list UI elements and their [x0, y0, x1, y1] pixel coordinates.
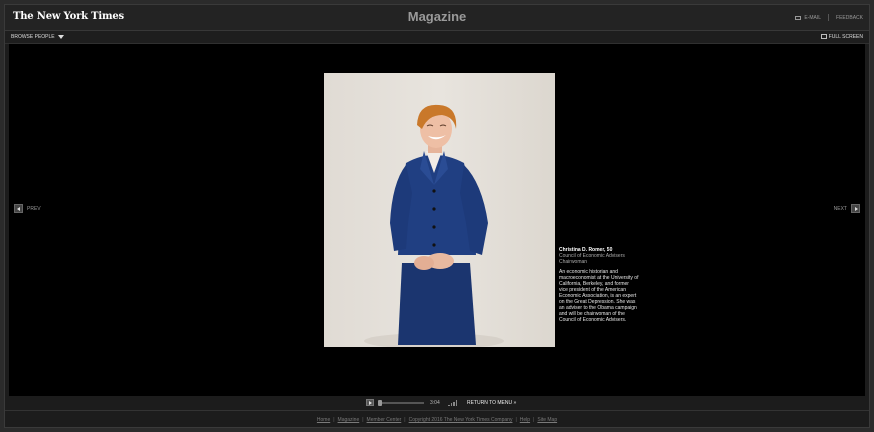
- audio-progress-bar[interactable]: [378, 400, 424, 406]
- footer-separator: |: [515, 417, 517, 423]
- prev-button[interactable]: PREV: [14, 204, 41, 213]
- footer-separator: |: [333, 417, 335, 423]
- portrait-illustration: [364, 104, 504, 347]
- footer-link-site-map[interactable]: Site Map: [537, 417, 557, 423]
- header-links: E-MAIL FEEDBACK: [795, 14, 863, 21]
- footer-link-member-center[interactable]: Member Center: [367, 417, 402, 423]
- browse-people-dropdown[interactable]: BROWSE PEOPLE: [11, 34, 64, 40]
- audio-player: 3:04 RETURN TO MENU »: [5, 396, 869, 410]
- full-screen-button[interactable]: FULL SCREEN: [820, 34, 863, 40]
- fullscreen-icon: [820, 34, 827, 40]
- footer-separator: |: [404, 417, 406, 423]
- section-title: Magazine: [407, 9, 467, 24]
- full-screen-label: FULL SCREEN: [828, 34, 863, 40]
- feedback-link[interactable]: FEEDBACK: [836, 15, 863, 21]
- caption-description: An economic historian and macroeconomist…: [559, 269, 639, 323]
- slideshow-window: The New York Times Magazine E-MAIL FEEDBA…: [4, 4, 870, 428]
- caption-role: Council of Economic Advisers Chairwoman: [559, 253, 625, 265]
- slideshow-stage: PREV NEXT Christina D. Romer, 50 Council…: [9, 44, 865, 396]
- prev-label: PREV: [27, 205, 41, 212]
- footer-link-copyright[interactable]: Copyright 2016 The New York Times Compan…: [409, 417, 513, 423]
- email-icon: [795, 15, 802, 20]
- footer-links: Home | Magazine | Member Center | Copyright 20…: [5, 410, 869, 429]
- next-button[interactable]: NEXT: [834, 204, 860, 213]
- toolbar: BROWSE PEOPLE FULL SCREEN: [5, 31, 869, 44]
- browse-people-label: BROWSE PEOPLE: [11, 34, 55, 40]
- email-link[interactable]: E-MAIL: [804, 15, 821, 21]
- footer-separator: |: [362, 417, 364, 423]
- portrait-photo: [324, 73, 555, 347]
- play-button[interactable]: [366, 399, 374, 406]
- chevron-down-icon: [57, 34, 64, 39]
- next-label: NEXT: [833, 205, 847, 212]
- audio-time: 3:04: [430, 400, 440, 406]
- volume-icon[interactable]: [448, 400, 458, 406]
- footer-link-help[interactable]: Help: [520, 417, 530, 423]
- link-divider: [828, 14, 830, 21]
- photo-caption: Christina D. Romer, 50 Council of Econom…: [559, 247, 639, 323]
- header-bar: The New York Times Magazine E-MAIL FEEDBA…: [5, 5, 869, 31]
- footer-separator: |: [533, 417, 535, 423]
- footer-link-magazine[interactable]: Magazine: [338, 417, 360, 423]
- progress-handle[interactable]: [378, 400, 382, 406]
- return-to-menu-link[interactable]: RETURN TO MENU »: [467, 400, 516, 406]
- arrow-right-icon: [851, 204, 860, 213]
- arrow-left-icon: [14, 204, 23, 213]
- footer-link-home[interactable]: Home: [317, 417, 330, 423]
